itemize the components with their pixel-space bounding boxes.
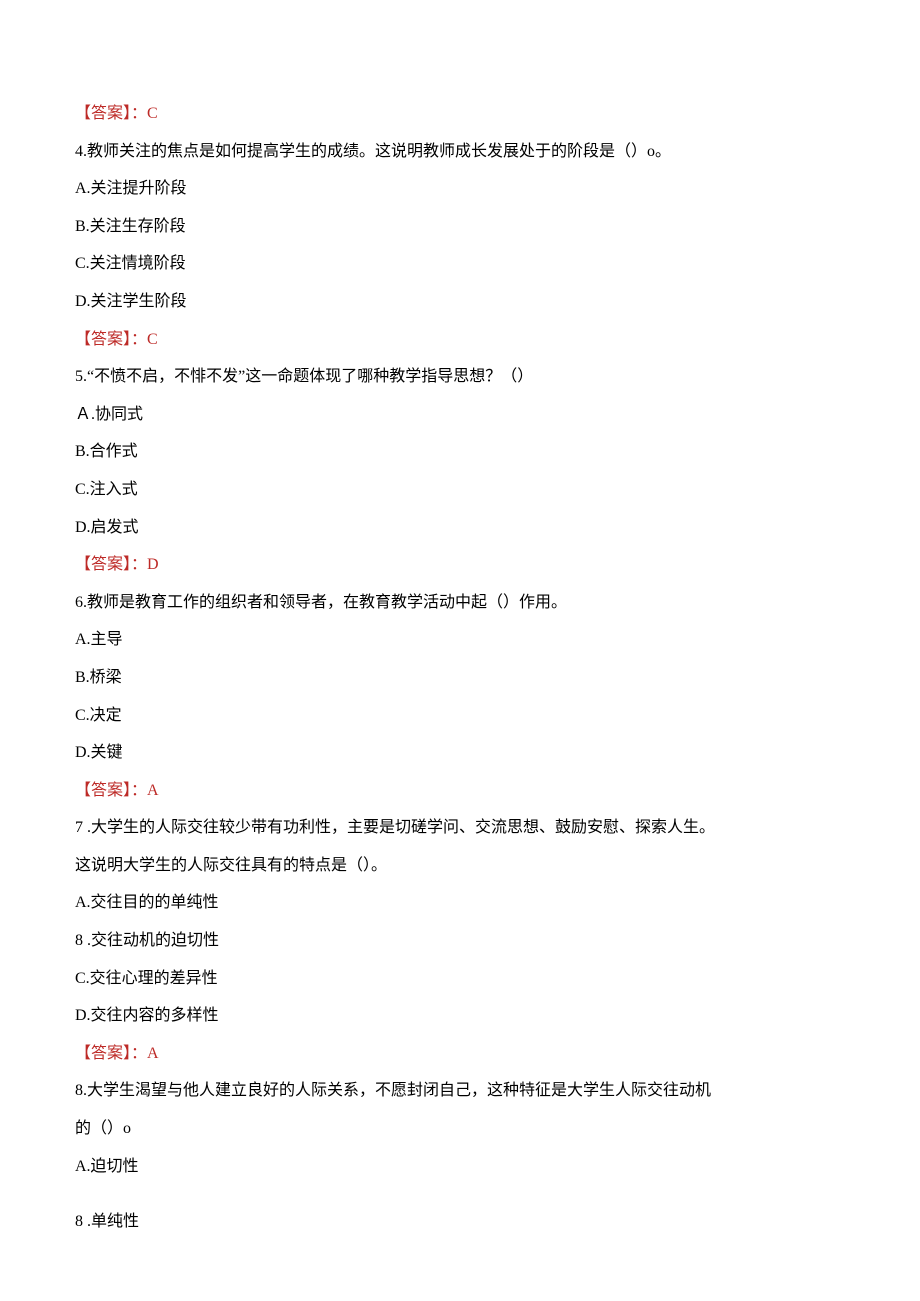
question-stem: 这说明大学生的人际交往具有的特点是（）。 [75, 847, 845, 885]
option-d: D.关键 [75, 734, 845, 772]
answer-line: 【答案】：C [75, 321, 845, 359]
question-stem: 6.教师是教育工作的组织者和领导者，在教育教学活动中起（）作用。 [75, 584, 845, 622]
answer-letter: C [147, 105, 158, 122]
option-b: B.关注生存阶段 [75, 208, 845, 246]
answer-prefix: 【答案】： [75, 331, 147, 348]
answer-prefix: 【答案】： [75, 1045, 147, 1062]
question-stem: 7 .大学生的人际交往较少带有功利性，主要是切磋学问、交流思想、鼓励安慰、探索人… [75, 809, 845, 847]
option-c: C.注入式 [75, 471, 845, 509]
answer-line: 【答案】：C [75, 95, 845, 133]
option-c: C.决定 [75, 697, 845, 735]
question-stem: 8.大学生渴望与他人建立良好的人际关系，不愿封闭自己，这种特征是大学生人际交往动… [75, 1072, 845, 1110]
answer-line: 【答案】：A [75, 772, 845, 810]
answer-letter: A [147, 782, 159, 799]
option-a: A.关注提升阶段 [75, 170, 845, 208]
option-b: 8 .单纯性 [75, 1203, 845, 1241]
option-a: A.迫切性 [75, 1148, 845, 1186]
document-page: 【答案】：C 4.教师关注的焦点是如何提高学生的成绩。这说明教师成长发展处于的阶… [0, 0, 920, 1301]
option-a: Ａ.协同式 [75, 396, 845, 434]
answer-line: 【答案】：A [75, 1035, 845, 1073]
option-a: A.交往目的的单纯性 [75, 884, 845, 922]
answer-letter: A [147, 1045, 159, 1062]
option-c: C.交往心理的差异性 [75, 960, 845, 998]
question-stem: 的（）o [75, 1110, 845, 1148]
option-b: B.桥梁 [75, 659, 845, 697]
option-a: A.主导 [75, 621, 845, 659]
option-b: B.合作式 [75, 433, 845, 471]
question-stem: 5.“不愤不启，不悱不发”这一命题体现了哪种教学指导思想？（） [75, 358, 845, 396]
answer-prefix: 【答案】： [75, 105, 147, 122]
option-d: D.关注学生阶段 [75, 283, 845, 321]
answer-letter: D [147, 556, 159, 573]
answer-line: 【答案】：D [75, 546, 845, 584]
option-d: D.启发式 [75, 509, 845, 547]
answer-prefix: 【答案】： [75, 782, 147, 799]
answer-letter: C [147, 331, 158, 348]
option-d: D.交往内容的多样性 [75, 997, 845, 1035]
answer-prefix: 【答案】： [75, 556, 147, 573]
option-c: C.关注情境阶段 [75, 245, 845, 283]
question-stem: 4.教师关注的焦点是如何提高学生的成绩。这说明教师成长发展处于的阶段是（）o。 [75, 133, 845, 171]
option-b: 8 .交往动机的迫切性 [75, 922, 845, 960]
